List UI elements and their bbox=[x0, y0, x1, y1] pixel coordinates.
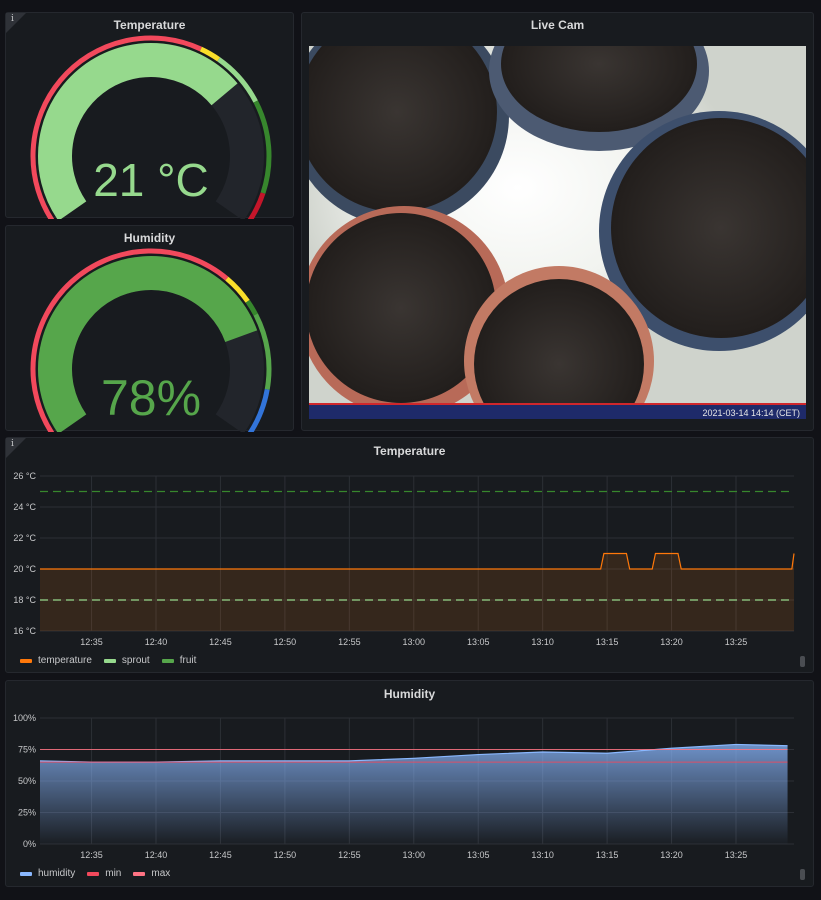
x-tick-label: 12:40 bbox=[145, 850, 168, 860]
y-tick-label: 16 °C bbox=[13, 626, 36, 636]
x-tick-label: 12:55 bbox=[338, 637, 361, 647]
humidity-area bbox=[40, 744, 788, 844]
x-tick-label: 13:00 bbox=[403, 637, 426, 647]
legend-item[interactable]: temperature bbox=[20, 655, 92, 666]
scrollbar[interactable] bbox=[800, 869, 805, 880]
x-tick-label: 13:25 bbox=[725, 850, 748, 860]
legend-swatch bbox=[103, 658, 116, 663]
x-tick-label: 13:25 bbox=[725, 637, 748, 647]
y-tick-label: 25% bbox=[18, 808, 36, 818]
x-tick-label: 12:50 bbox=[274, 850, 297, 860]
legend-swatch bbox=[20, 658, 32, 663]
y-tick-label: 26 °C bbox=[13, 471, 36, 481]
x-tick-label: 13:15 bbox=[596, 637, 619, 647]
y-tick-label: 20 °C bbox=[13, 564, 36, 574]
x-tick-label: 13:05 bbox=[467, 850, 490, 860]
gauge-value: 78% bbox=[101, 370, 201, 426]
humidity-chart[interactable]: 0% 25% 50% 75% 100% 12:35 12:40 12:45 12:50 12:55… bbox=[6, 681, 815, 888]
y-tick-label: 50% bbox=[18, 776, 36, 786]
x-tick-label: 13:05 bbox=[467, 637, 490, 647]
legend-label: fruit bbox=[179, 655, 197, 666]
cam-timestamp: 2021-03-14 14:14 (CET) bbox=[702, 408, 800, 418]
x-tick-label: 13:10 bbox=[531, 850, 554, 860]
legend-swatch bbox=[20, 871, 32, 876]
gauge-value: 21 °C bbox=[93, 154, 209, 206]
humidity-gauge-panel: Humidity 78% bbox=[5, 225, 294, 432]
x-tick-label: 12:55 bbox=[338, 850, 361, 860]
scrollbar[interactable] bbox=[800, 656, 805, 667]
temperature-chart[interactable]: 16 °C 18 °C 20 °C 22 °C 24 °C 26 °C 12:35 12:40… bbox=[6, 438, 815, 674]
panel-title: Live Cam bbox=[530, 18, 585, 32]
x-tick-label: 12:35 bbox=[80, 637, 103, 647]
x-tick-label: 12:45 bbox=[209, 637, 232, 647]
legend-item[interactable]: sprout bbox=[103, 655, 150, 666]
legend-label: max bbox=[151, 868, 171, 879]
y-tick-label: 24 °C bbox=[13, 502, 36, 512]
x-tick-label: 13:20 bbox=[660, 850, 683, 860]
y-tick-label: 18 °C bbox=[13, 595, 36, 605]
legend-label: temperature bbox=[38, 655, 92, 666]
y-tick-label: 22 °C bbox=[13, 533, 36, 543]
x-tick-label: 13:20 bbox=[660, 637, 683, 647]
legend-swatch bbox=[87, 871, 100, 876]
humidity-graph-panel: Humidity 0% 25% 50% 75% 100% 12:35 12:40 12:45 1… bbox=[5, 680, 814, 887]
legend-item[interactable]: max bbox=[133, 868, 170, 879]
legend-swatch bbox=[161, 658, 174, 663]
live-cam-image[interactable]: 2021-03-14 14:14 (CET) bbox=[309, 46, 806, 419]
temperature-line bbox=[40, 552, 795, 570]
legend-label: humidity bbox=[38, 868, 76, 879]
temperature-gauge-panel: i Temperature 21 °C bbox=[5, 12, 294, 219]
legend-swatch bbox=[133, 871, 146, 876]
x-tick-label: 13:00 bbox=[403, 850, 426, 860]
humidity-legend: humidity min max bbox=[20, 868, 170, 879]
y-tick-label: 100% bbox=[13, 713, 36, 723]
legend-item[interactable]: min bbox=[87, 868, 121, 879]
y-tick-label: 75% bbox=[18, 745, 36, 755]
x-tick-label: 12:35 bbox=[80, 850, 103, 860]
y-tick-label: 0% bbox=[23, 839, 36, 849]
x-tick-label: 12:50 bbox=[274, 637, 297, 647]
x-tick-label: 12:40 bbox=[145, 637, 168, 647]
temperature-graph-panel: i Temperature 16 °C 18 °C 20 °C 22 °C 24 °C 2… bbox=[5, 437, 814, 673]
legend-item[interactable]: humidity bbox=[20, 868, 75, 879]
temperature-legend: temperature sprout fruit bbox=[20, 655, 196, 666]
x-tick-label: 13:10 bbox=[531, 637, 554, 647]
legend-item[interactable]: fruit bbox=[161, 655, 197, 666]
x-tick-label: 12:45 bbox=[209, 850, 232, 860]
humidity-gauge: 78% bbox=[30, 248, 272, 432]
temperature-gauge: 21 °C bbox=[30, 35, 272, 219]
live-cam-panel: Live Cam 2021-03-14 14:14 (CET) bbox=[301, 12, 814, 431]
legend-label: min bbox=[105, 868, 122, 879]
x-tick-label: 13:15 bbox=[596, 850, 619, 860]
legend-label: sprout bbox=[121, 655, 150, 666]
